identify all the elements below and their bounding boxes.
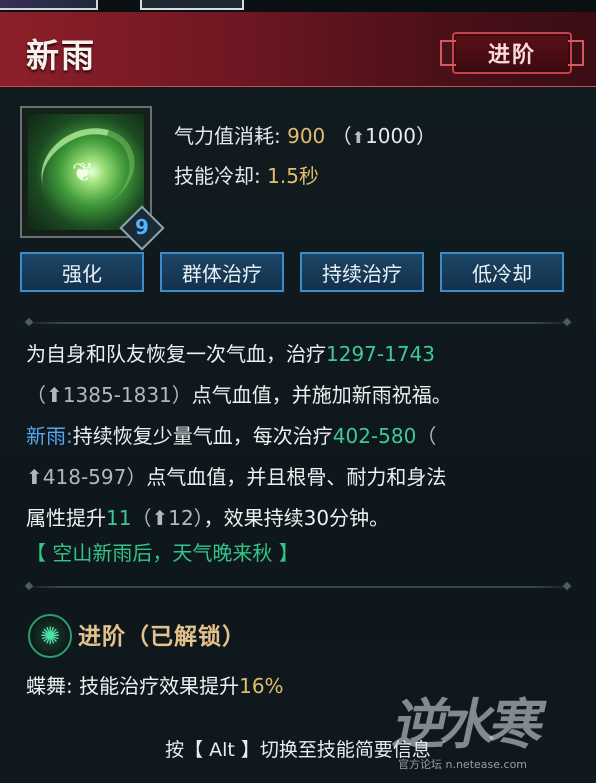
cost-value: 900 (287, 124, 326, 148)
skill-header: 新雨 进阶 (0, 12, 596, 87)
tag-heal-over-time[interactable]: 持续治疗 (300, 252, 424, 292)
up-arrow-icon: ⬆ (46, 383, 63, 407)
tag-enhance[interactable]: 强化 (20, 252, 144, 292)
advance-button[interactable]: 进阶 (440, 32, 584, 74)
heal-upgraded: 1385-1831 (62, 383, 172, 407)
watermark-site: 官方论坛 n.netease.com (398, 758, 528, 771)
desc-text: ，效果持续30分钟。 (203, 506, 390, 530)
game-watermark: 逆水寒 官方论坛 n.netease.com (388, 680, 582, 771)
up-arrow-icon: ⬆ (26, 465, 43, 489)
tab-thumbnail-2[interactable] (140, 0, 244, 10)
skill-title: 新雨 (26, 36, 96, 75)
up-arrow-icon: ⬆ (351, 128, 366, 147)
advance-button-label: 进阶 (487, 42, 536, 68)
swirl-icon: ✺ (28, 614, 72, 658)
description-line-3: 新雨:持续恢复少量气血，每次治疗402-580（ (26, 424, 437, 448)
flavor-quote: 【 空山新雨后，天气晚来秋 】 (26, 541, 299, 565)
attribute-bonus: 11 (106, 506, 132, 530)
advance-effect-name: 蝶舞: (26, 674, 73, 698)
hot-amount: 402-580 (332, 424, 417, 448)
divider-top (20, 322, 576, 324)
divider-bottom (20, 586, 576, 588)
cost-label: 气力值消耗: (174, 124, 281, 148)
cooldown-label: 技能冷却: (174, 164, 261, 188)
tab-thumbnail-1[interactable] (0, 0, 98, 10)
cooldown-stat: 技能冷却: 1.5秒 (174, 160, 319, 189)
description-line-5: 属性提升11（⬆12），效果持续30分钟。 (26, 506, 390, 530)
cooldown-value: 1.5秒 (267, 164, 319, 188)
advance-title: 进阶（已解锁） (78, 623, 246, 650)
watermark-logo: 逆水寒 (388, 692, 546, 756)
tag-group-heal[interactable]: 群体治疗 (160, 252, 284, 292)
attribute-upgraded: 12 (168, 506, 194, 530)
desc-text: 点气血值，并且根骨、耐力和身法 (146, 465, 447, 489)
buff-name: 新雨: (26, 424, 73, 448)
desc-text: 为自身和队友恢复一次气血，治疗 (26, 342, 326, 366)
cost-stat: 气力值消耗: 900 （⬆1000） (174, 124, 436, 148)
tag-low-cooldown[interactable]: 低冷却 (440, 252, 564, 292)
top-tab-strip (0, 0, 596, 12)
advance-effect: 蝶舞: 技能治疗效果提升16% (26, 670, 284, 699)
description-line-2: （⬆1385-1831）点气血值，并施加新雨祝福。 (26, 383, 452, 407)
desc-text: 持续恢复少量气血，每次治疗 (72, 424, 333, 448)
description-line-1: 为自身和队友恢复一次气血，治疗1297-1743 (26, 334, 582, 375)
advance-effect-value: 16% (239, 674, 284, 698)
heal-amount: 1297-1743 (326, 342, 436, 366)
badge-left-ornament (440, 40, 456, 66)
description-line-4: ⬆418-597）点气血值，并且根骨、耐力和身法 (26, 465, 447, 489)
skill-level: 9 (135, 215, 149, 239)
cost-upgraded: 1000 (365, 124, 416, 148)
desc-text: 属性提升 (26, 506, 106, 530)
badge-right-ornament (568, 40, 584, 66)
advance-effect-text: 技能治疗效果提升 (79, 674, 240, 698)
desc-text: 点气血值，并施加新雨祝福。 (191, 383, 452, 407)
up-arrow-icon: ⬆ (151, 506, 169, 530)
hot-upgraded: 418-597 (42, 465, 127, 489)
butterfly-icon: ❦ (72, 158, 94, 188)
